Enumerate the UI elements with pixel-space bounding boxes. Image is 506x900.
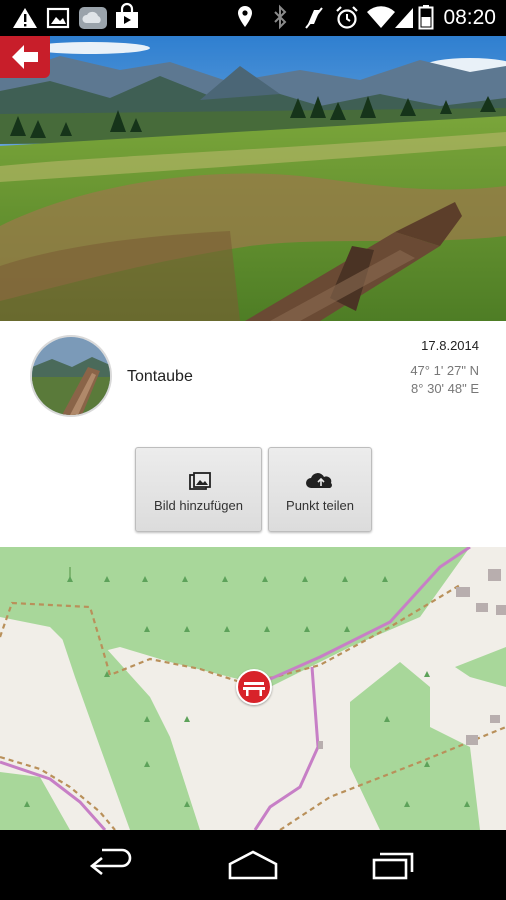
- point-photo: [0, 36, 506, 321]
- add-photo-icon: [189, 472, 211, 490]
- cloud-icon: [79, 7, 107, 29]
- back-icon[interactable]: [80, 830, 140, 900]
- image-icon: [46, 7, 70, 29]
- bench-marker[interactable]: [236, 669, 272, 705]
- shopping-bag-icon: [116, 2, 138, 28]
- location-icon: [238, 6, 252, 27]
- bench-icon: [243, 682, 265, 696]
- status-bar: 08:20: [0, 0, 506, 36]
- home-icon[interactable]: [222, 830, 284, 900]
- add-image-label: Bild hinzufügen: [154, 498, 243, 513]
- point-details: Tontaube 17.8.2014 47° 1' 27" N 8° 30' 4…: [0, 321, 506, 547]
- cloud-upload-icon: [306, 473, 332, 488]
- mute-icon: [305, 7, 323, 29]
- share-point-label: Punkt teilen: [286, 498, 354, 513]
- navigation-bar: [0, 830, 506, 900]
- wifi-icon: [367, 6, 395, 29]
- signal-icon: [395, 8, 413, 28]
- recent-apps-icon[interactable]: [364, 830, 424, 900]
- bluetooth-icon: [274, 4, 287, 30]
- longitude: 8° 30' 48" E: [411, 381, 479, 396]
- share-point-button[interactable]: Punkt teilen: [268, 447, 372, 532]
- point-name: Tontaube: [127, 368, 193, 385]
- status-time: 08:20: [443, 6, 496, 29]
- point-date: 17.8.2014: [421, 338, 479, 353]
- add-image-button[interactable]: Bild hinzufügen: [135, 447, 262, 532]
- back-button[interactable]: [0, 36, 50, 78]
- alarm-icon: [336, 6, 358, 29]
- battery-icon: [418, 5, 434, 30]
- latitude: 47° 1' 27" N: [410, 363, 479, 378]
- point-thumbnail[interactable]: [30, 335, 112, 417]
- arrow-left-icon: [12, 45, 38, 69]
- map-view[interactable]: [0, 547, 506, 830]
- warning-icon: [13, 8, 37, 28]
